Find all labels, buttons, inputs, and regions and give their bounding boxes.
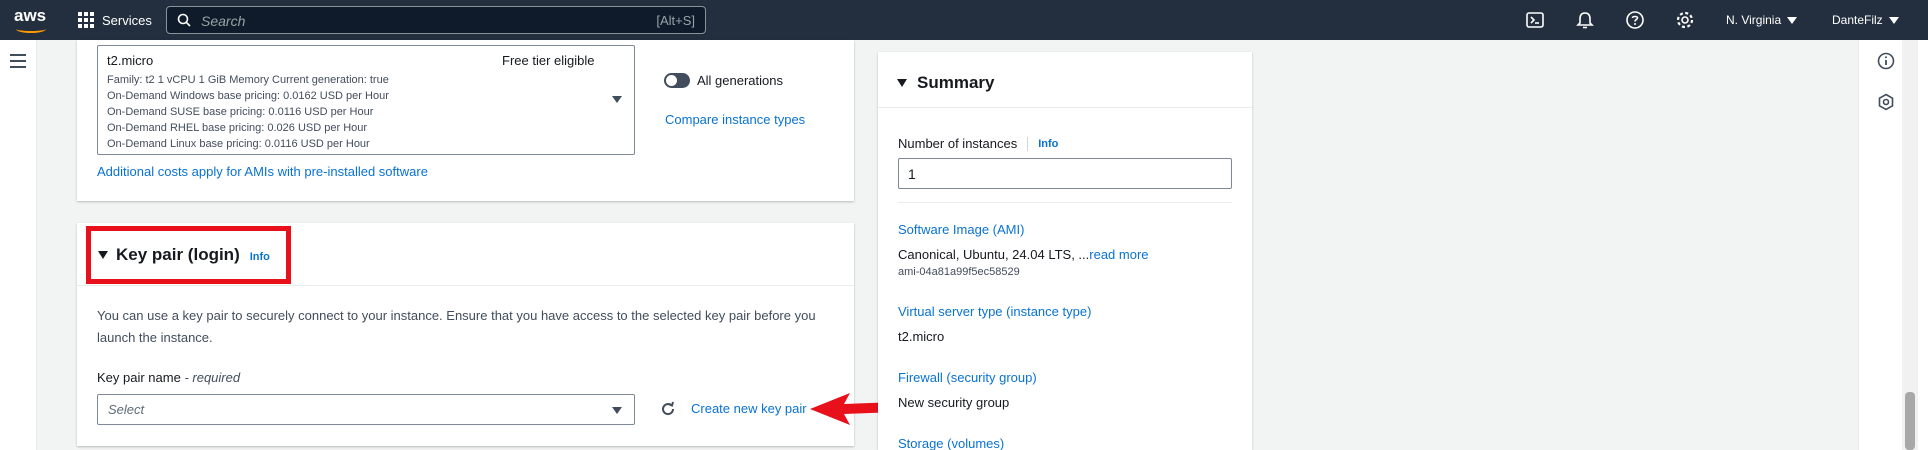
select-placeholder: Select — [108, 402, 145, 417]
refresh-icon[interactable] — [659, 400, 677, 418]
key-pair-name-text: Key pair name — [97, 370, 181, 385]
firewall-link[interactable]: Firewall (security group) — [898, 370, 1037, 385]
region-label: N. Virginia — [1726, 13, 1782, 27]
virtual-server-type-link[interactable]: Virtual server type (instance type) — [898, 304, 1091, 319]
firewall-value: New security group — [898, 395, 1010, 410]
scrollbar-track[interactable] — [1902, 40, 1918, 450]
grid-icon — [78, 12, 94, 28]
caret-down-icon — [897, 79, 907, 87]
key-pair-description: You can use a key pair to securely conne… — [97, 308, 816, 345]
key-pair-select[interactable]: Select — [97, 394, 635, 425]
chevron-down-icon — [612, 96, 622, 103]
all-generations-toggle[interactable] — [664, 73, 690, 88]
instance-type-name: t2.micro — [107, 53, 154, 68]
info-icon[interactable] — [1877, 52, 1895, 70]
divider — [878, 107, 1252, 108]
top-navigation: aws Services Search [Alt+S] N. Virginia … — [0, 0, 1928, 40]
summary-header[interactable]: Summary — [897, 73, 994, 93]
annotation-highlight-box — [86, 226, 291, 284]
search-input[interactable]: Search [Alt+S] — [166, 6, 706, 34]
scrollbar-thumb[interactable] — [1905, 392, 1915, 450]
divider — [898, 202, 1232, 203]
chevron-down-icon — [1888, 16, 1899, 24]
ami-value-text: Canonical, Ubuntu, 24.04 LTS, ... — [898, 247, 1090, 262]
search-icon — [177, 13, 191, 27]
services-menu-button[interactable]: Services — [78, 0, 152, 40]
gear-icon[interactable] — [1675, 10, 1695, 30]
all-generations-label: All generations — [697, 73, 783, 88]
pricing-suse: On-Demand SUSE base pricing: 0.0116 USD … — [107, 106, 374, 118]
separator — [1027, 136, 1029, 151]
account-menu[interactable]: DanteFilz — [1832, 0, 1899, 40]
pricing-rhel: On-Demand RHEL base pricing: 0.026 USD p… — [107, 122, 368, 134]
key-pair-name-label: Key pair name - required — [97, 370, 240, 385]
pricing-windows: On-Demand Windows base pricing: 0.0162 U… — [107, 90, 389, 102]
summary-title: Summary — [917, 73, 995, 92]
search-shortcut: [Alt+S] — [656, 13, 695, 28]
read-more-link[interactable]: read more — [1089, 247, 1148, 262]
software-image-link[interactable]: Software Image (AMI) — [898, 222, 1024, 237]
additional-costs-link[interactable]: Additional costs apply for AMIs with pre… — [97, 164, 428, 179]
ami-value: Canonical, Ubuntu, 24.04 LTS, ...read mo… — [898, 247, 1149, 262]
number-of-instances-label: Number of instances Info — [898, 136, 1058, 151]
create-new-key-pair-link[interactable]: Create new key pair — [691, 401, 807, 416]
instance-family-line: Family: t2 1 vCPU 1 GiB Memory Current g… — [107, 74, 389, 86]
number-of-instances-info-link[interactable]: Info — [1038, 138, 1058, 150]
menu-icon[interactable] — [10, 54, 26, 68]
chevron-down-icon — [612, 407, 622, 414]
cloudshell-icon[interactable] — [1525, 10, 1545, 30]
number-of-instances-input[interactable]: 1 — [898, 158, 1232, 189]
aws-smile-icon — [16, 25, 46, 33]
server-type-value: t2.micro — [898, 329, 945, 344]
compare-instance-types-link[interactable]: Compare instance types — [665, 112, 805, 127]
hexagon-icon[interactable] — [1877, 93, 1895, 111]
aws-logo-text: aws — [14, 6, 47, 25]
number-of-instances-value: 1 — [908, 166, 916, 182]
divider — [77, 285, 854, 286]
aws-logo[interactable]: aws — [14, 6, 50, 34]
number-of-instances-text: Number of instances — [898, 136, 1018, 151]
left-sidebar — [0, 40, 37, 450]
region-selector[interactable]: N. Virginia — [1726, 0, 1798, 40]
instance-type-select[interactable]: t2.micro Free tier eligible Family: t2 1… — [97, 45, 635, 155]
help-icon[interactable] — [1625, 10, 1645, 30]
services-label: Services — [102, 12, 152, 28]
pricing-linux: On-Demand Linux base pricing: 0.0116 USD… — [107, 138, 370, 150]
bell-icon[interactable] — [1575, 10, 1595, 30]
free-tier-badge: Free tier eligible — [502, 53, 595, 68]
search-placeholder: Search — [201, 13, 246, 29]
chevron-down-icon — [1787, 16, 1798, 24]
user-name: DanteFilz — [1832, 13, 1883, 27]
required-label: - required — [184, 370, 241, 385]
ami-id: ami-04a81a99f5ec58529 — [898, 266, 1020, 278]
storage-link[interactable]: Storage (volumes) — [898, 436, 1004, 450]
